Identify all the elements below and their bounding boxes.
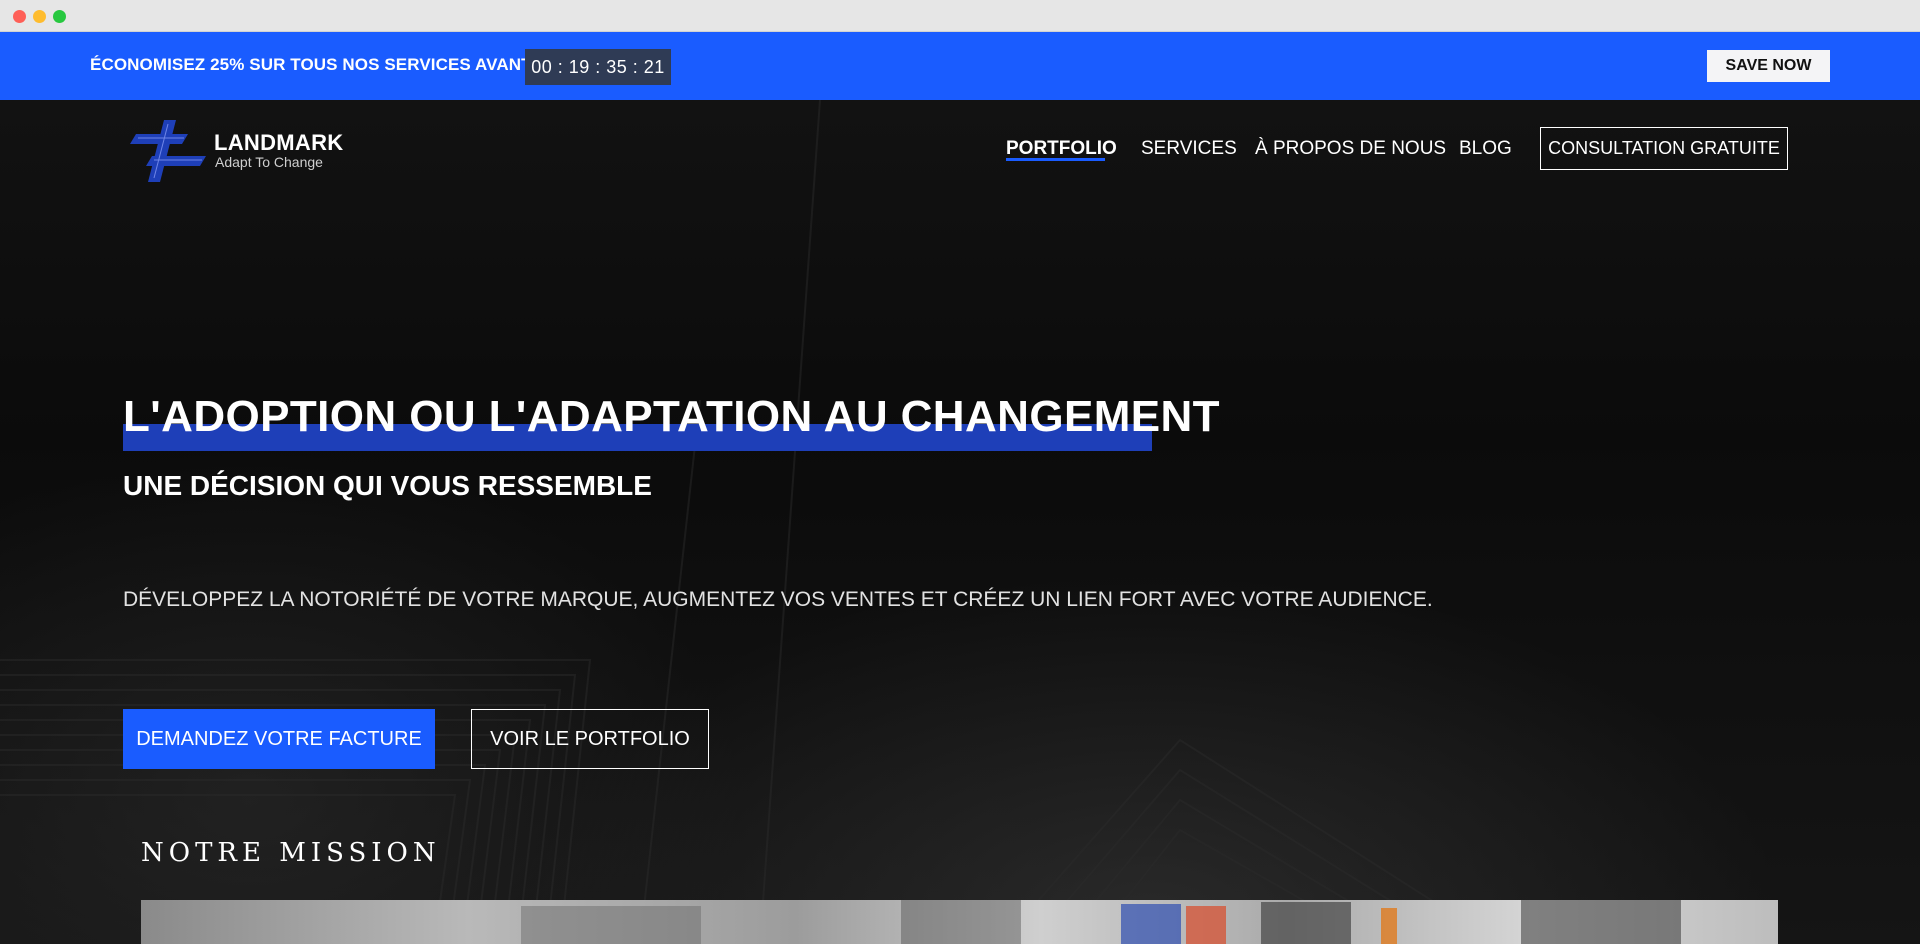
nav-item-portfolio[interactable]: PORTFOLIO xyxy=(1006,138,1117,160)
nav-item-about[interactable]: À PROPOS DE NOUS xyxy=(1255,138,1446,160)
close-window-button[interactable] xyxy=(13,10,26,23)
mission-image xyxy=(141,900,1778,944)
free-consultation-button[interactable]: CONSULTATION GRATUITE xyxy=(1540,127,1788,170)
promo-text: ÉCONOMISEZ 25% SUR TOUS NOS SERVICES AVA… xyxy=(90,55,559,74)
browser-titlebar xyxy=(0,0,1920,32)
hero-headline: L'ADOPTION OU L'ADAPTATION AU CHANGEMENT xyxy=(123,392,1220,441)
view-portfolio-button[interactable]: VOIR LE PORTFOLIO xyxy=(471,709,709,769)
maximize-window-button[interactable] xyxy=(53,10,66,23)
promo-bar: ÉCONOMISEZ 25% SUR TOUS NOS SERVICES AVA… xyxy=(0,32,1920,100)
request-invoice-button[interactable]: DEMANDEZ VOTRE FACTURE xyxy=(123,709,435,769)
countdown-timer: 00 : 19 : 35 : 21 xyxy=(525,49,671,85)
nav-item-services[interactable]: SERVICES xyxy=(1141,138,1237,160)
nav-item-blog[interactable]: BLOG xyxy=(1459,138,1512,160)
hero-description: DÉVELOPPEZ LA NOTORIÉTÉ DE VOTRE MARQUE,… xyxy=(123,588,1433,611)
hero-subheadline: UNE DÉCISION QUI VOUS RESSEMBLE xyxy=(123,470,652,501)
mission-title: NOTRE MISSION xyxy=(141,838,441,868)
hero-section xyxy=(0,100,1920,944)
hero-background-pattern xyxy=(0,100,1501,944)
nav-active-indicator xyxy=(1006,158,1105,161)
minimize-window-button[interactable] xyxy=(33,10,46,23)
save-now-button[interactable]: SAVE NOW xyxy=(1707,50,1830,82)
